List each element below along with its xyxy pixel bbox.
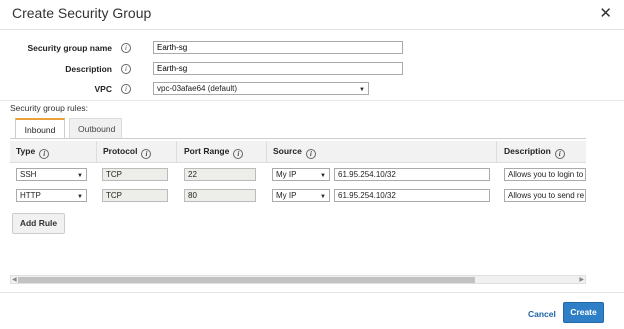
port-range-field: 80 (184, 189, 256, 202)
source-cidr-input[interactable]: 61.95.254.10/32 (334, 189, 490, 202)
vpc-label: VPC (94, 84, 112, 94)
rule-type-select[interactable]: HTTP ▼ (16, 189, 87, 202)
table-row: HTTP ▼ TCP 80 My IP ▼ 61.95.254.10/32 Al… (10, 187, 586, 209)
add-rule-button[interactable]: Add Rule (12, 213, 65, 234)
description-row: Description (0, 62, 112, 76)
scroll-left-icon[interactable]: ◀ (12, 276, 17, 284)
source-type-select[interactable]: My IP ▼ (272, 168, 330, 181)
description-info-icon[interactable]: i (121, 64, 131, 74)
close-icon[interactable]: ✕ (599, 5, 612, 23)
description-label: Description (65, 64, 112, 74)
dialog-header: Create Security Group ✕ (0, 0, 624, 30)
col-type: Type i (16, 146, 50, 159)
chevron-down-icon: ▼ (77, 173, 83, 179)
col-protocol: Protocol i (103, 146, 152, 159)
name-label: Security group name (27, 43, 112, 53)
col-description: Description i (504, 146, 565, 159)
rule-type-select[interactable]: SSH ▼ (16, 168, 87, 181)
tabs-divider (10, 138, 586, 139)
vpc-info-icon[interactable]: i (121, 84, 131, 94)
source-info-icon[interactable]: i (305, 149, 316, 159)
security-group-name-input[interactable] (153, 41, 403, 54)
vpc-select-value: vpc-03afae64 (default) (157, 84, 238, 93)
source-cidr-input[interactable]: 61.95.254.10/32 (334, 168, 490, 181)
port-range-info-icon[interactable]: i (233, 149, 244, 159)
protocol-field: TCP (102, 168, 168, 181)
col-source: Source i (273, 146, 316, 159)
description-input[interactable] (153, 62, 403, 75)
vpc-select[interactable]: vpc-03afae64 (default) ▼ (153, 82, 369, 95)
column-separator (496, 141, 497, 163)
chevron-down-icon: ▼ (320, 194, 326, 200)
tab-outbound[interactable]: Outbound (69, 118, 122, 138)
chevron-down-icon: ▼ (77, 194, 83, 200)
rules-label: Security group rules: (10, 103, 88, 113)
name-info-icon[interactable]: i (121, 43, 131, 53)
chevron-down-icon: ▼ (359, 87, 365, 93)
column-separator (176, 141, 177, 163)
rules-table-header: Type i Protocol i Port Range i Source i Desc… (10, 141, 586, 163)
dialog-title: Create Security Group (12, 5, 152, 21)
column-separator (266, 141, 267, 163)
footer-divider (0, 292, 624, 293)
scroll-right-icon[interactable]: ▶ (579, 276, 584, 284)
create-button[interactable]: Create (563, 302, 604, 323)
divider (0, 100, 624, 101)
description-col-info-icon[interactable]: i (554, 149, 565, 159)
scrollbar-thumb[interactable] (18, 277, 475, 283)
table-row: SSH ▼ TCP 22 My IP ▼ 61.95.254.10/32 All… (10, 166, 586, 188)
source-type-select[interactable]: My IP ▼ (272, 189, 330, 202)
cancel-button[interactable]: Cancel (528, 309, 556, 319)
protocol-info-icon[interactable]: i (141, 149, 152, 159)
vpc-row: VPC (0, 82, 112, 96)
port-range-field: 22 (184, 168, 256, 181)
rule-description-input[interactable]: Allows you to send re (504, 189, 586, 202)
tab-inbound[interactable]: Inbound (15, 118, 65, 138)
protocol-field: TCP (102, 189, 168, 202)
chevron-down-icon: ▼ (320, 173, 326, 179)
name-row: Security group name (0, 41, 112, 55)
column-separator (96, 141, 97, 163)
col-port-range: Port Range i (184, 146, 244, 159)
type-info-icon[interactable]: i (39, 149, 50, 159)
rule-description-input[interactable]: Allows you to login to (504, 168, 586, 181)
horizontal-scrollbar[interactable]: ◀ ▶ (10, 275, 586, 284)
